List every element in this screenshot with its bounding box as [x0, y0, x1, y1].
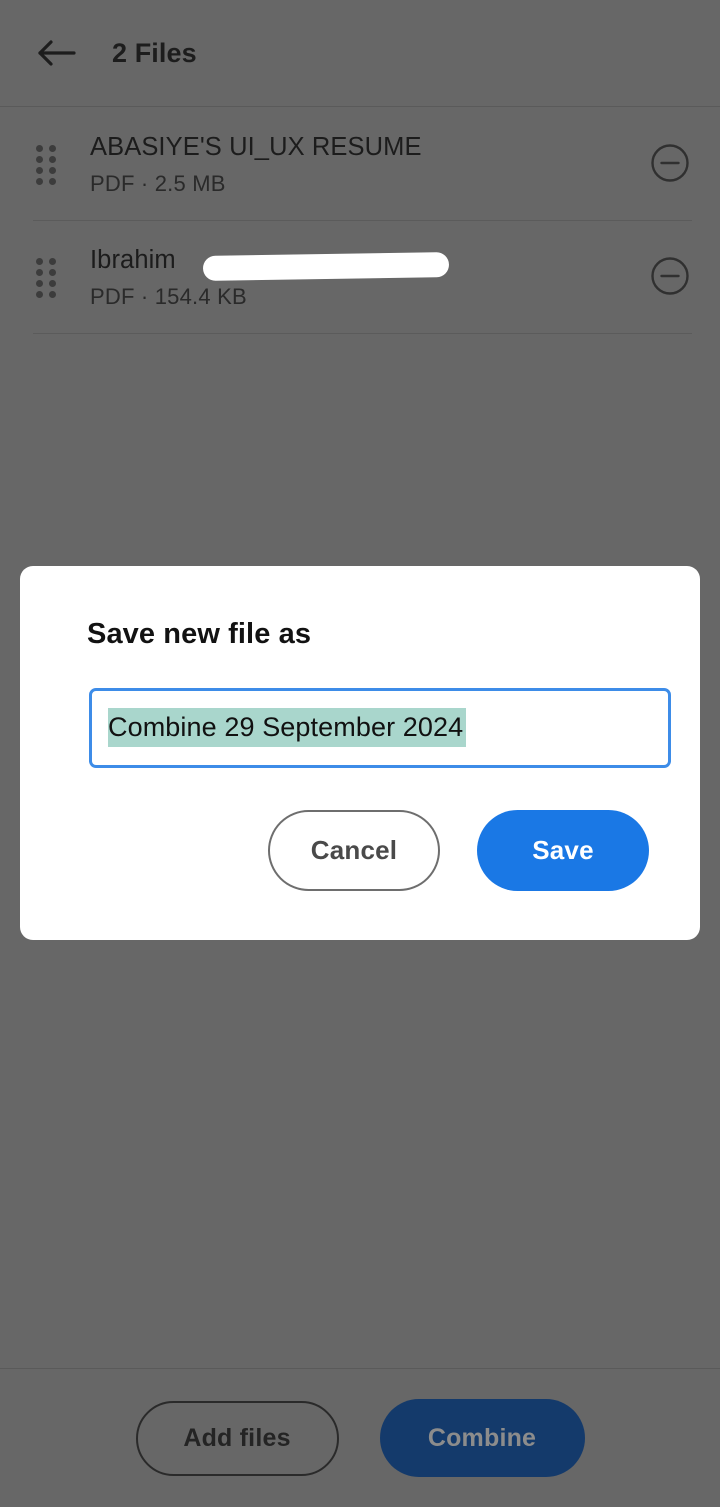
file-name: ABASIYE'S UI_UX RESUME [90, 133, 422, 162]
page-title: 2 Files [112, 37, 197, 68]
file-meta: PDF · 2.5 MB [90, 170, 226, 196]
dialog-actions: Cancel Save [268, 810, 649, 891]
save-button[interactable]: Save [477, 810, 649, 891]
minus-circle-icon [650, 256, 690, 299]
minus-circle-icon [650, 143, 690, 186]
file-list-item[interactable]: ABASIYE'S UI_UX RESUME PDF · 2.5 MB [0, 108, 720, 221]
file-name: Ibrahim [90, 246, 176, 275]
file-list: ABASIYE'S UI_UX RESUME PDF · 2.5 MB Ibra… [0, 108, 720, 334]
filename-input-wrapper: Combine 29 September 2024 [89, 688, 671, 768]
cancel-button[interactable]: Cancel [268, 810, 440, 891]
drag-handle-icon[interactable] [33, 144, 59, 185]
file-info: Ibrahim PDF · 154.4 KB [90, 246, 648, 309]
app-header: 2 Files [0, 0, 720, 107]
file-meta: PDF · 154.4 KB [90, 283, 247, 309]
add-files-button[interactable]: Add files [135, 1400, 339, 1476]
remove-file-button[interactable] [648, 256, 692, 300]
file-list-item[interactable]: Ibrahim PDF · 154.4 KB [0, 221, 720, 334]
combine-button[interactable]: Combine [379, 1399, 585, 1477]
save-file-dialog: Save new file as Combine 29 September 20… [20, 566, 700, 940]
drag-handle-icon[interactable] [33, 257, 59, 298]
file-info: ABASIYE'S UI_UX RESUME PDF · 2.5 MB [90, 133, 648, 196]
filename-input[interactable] [89, 688, 671, 768]
dialog-title: Save new file as [87, 618, 312, 650]
arrow-left-icon [36, 38, 76, 68]
remove-file-button[interactable] [648, 143, 692, 187]
bottom-action-bar: Add files Combine [0, 1368, 720, 1507]
back-button[interactable] [28, 25, 84, 81]
